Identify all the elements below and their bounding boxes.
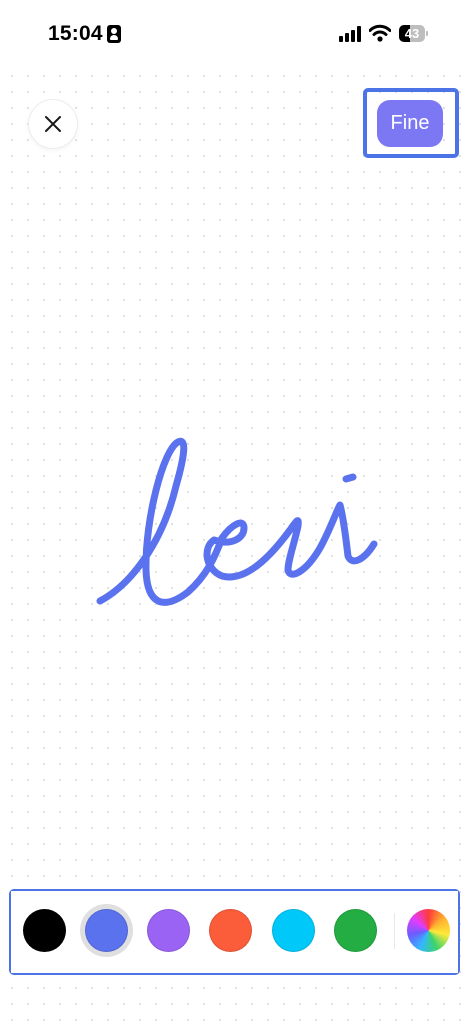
color-swatch-green[interactable] — [334, 909, 377, 952]
handwriting-stroke — [96, 437, 378, 606]
color-swatch-black[interactable] — [23, 909, 66, 952]
color-swatch-cyan[interactable] — [272, 909, 315, 952]
handwriting-drawing — [96, 437, 378, 606]
color-wheel-icon[interactable] — [407, 909, 450, 952]
palette-divider — [394, 913, 395, 949]
handwriting-dot — [342, 473, 357, 483]
color-swatch-red-orange[interactable] — [209, 909, 252, 952]
color-palette — [11, 891, 458, 973]
color-swatch-purple[interactable] — [147, 909, 190, 952]
color-swatch-blue[interactable] — [85, 909, 128, 952]
